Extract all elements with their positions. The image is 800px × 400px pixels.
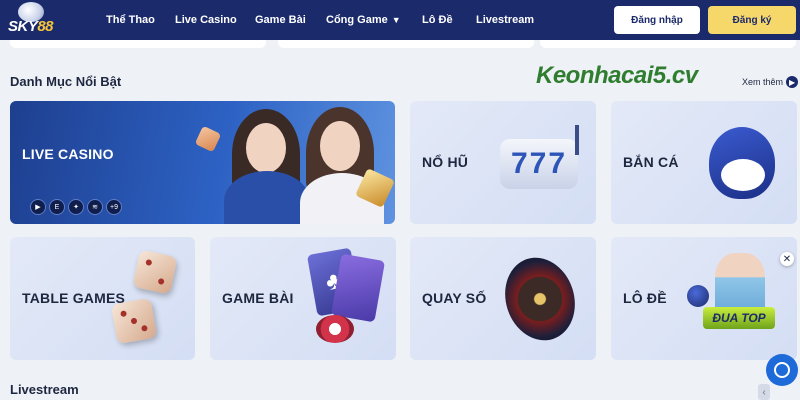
card-game-bai[interactable]: GAME BÀI ♣ bbox=[210, 237, 396, 360]
dice-dot bbox=[145, 258, 153, 267]
chat-bubble-icon bbox=[774, 362, 790, 378]
card-label: LÔ ĐỀ bbox=[623, 290, 667, 306]
top-strip-card bbox=[10, 40, 266, 48]
chat-button[interactable] bbox=[766, 354, 798, 386]
dice-dot bbox=[157, 277, 165, 286]
card-label: TABLE GAMES bbox=[22, 290, 126, 306]
nav-label: Game Bài bbox=[255, 14, 306, 26]
see-more-label: Xem thêm bbox=[742, 77, 784, 87]
login-button[interactable]: Đăng nhập bbox=[614, 6, 700, 34]
dice-dot bbox=[130, 317, 138, 325]
nav-label: Live Casino bbox=[175, 14, 237, 26]
nav-label: Lô Đề bbox=[422, 14, 453, 26]
nav-cong-game[interactable]: Cổng Game ▼ bbox=[326, 14, 401, 26]
register-button[interactable]: Đăng ký bbox=[708, 6, 796, 34]
card-label: LIVE CASINO bbox=[22, 146, 114, 162]
card-no-hu[interactable]: NỔ HŨ 777 bbox=[410, 101, 596, 224]
top-strip-card bbox=[278, 40, 534, 48]
top-header: SKY88 Thể Thao Live Casino Game Bài Cổng… bbox=[0, 0, 800, 40]
nav-lo-de[interactable]: Lô Đề bbox=[422, 14, 453, 26]
watermark-text: Keonhacai5.cv bbox=[536, 62, 698, 89]
poker-chip-icon bbox=[316, 315, 354, 343]
card-live-casino[interactable]: LIVE CASINO ▶ E ✦ ≋ +9 bbox=[10, 101, 395, 224]
nav-label: Livestream bbox=[476, 14, 535, 26]
livestream-title: Livestream bbox=[10, 382, 79, 397]
logo-text: SKY88 bbox=[8, 18, 54, 35]
dealer-body-left bbox=[224, 171, 310, 224]
card-label: BẮN CÁ bbox=[623, 154, 679, 170]
roulette-wheel-icon bbox=[494, 248, 586, 350]
card-quay-so[interactable]: QUAY SỐ bbox=[410, 237, 596, 360]
slot-reel-icon: 777 bbox=[500, 139, 578, 189]
nav-livestream[interactable]: Livestream bbox=[476, 14, 534, 26]
dealer-face-right bbox=[320, 121, 360, 171]
dua-top-banner: ĐUA TOP bbox=[703, 307, 775, 329]
slot-lever-icon bbox=[575, 125, 579, 155]
provider-icon: ▶ bbox=[30, 199, 46, 215]
player-figure-icon bbox=[715, 253, 765, 313]
card-table-games[interactable]: TABLE GAMES bbox=[10, 237, 195, 360]
card-label: GAME BÀI bbox=[222, 290, 294, 306]
provider-icon: E bbox=[49, 199, 65, 215]
nav-label: Thể Thao bbox=[106, 14, 155, 26]
card-label: NỔ HŨ bbox=[422, 154, 469, 170]
card-ban-ca[interactable]: BẮN CÁ bbox=[611, 101, 797, 224]
chevron-left-icon[interactable]: ‹ bbox=[758, 384, 770, 400]
dice-icon bbox=[110, 297, 158, 345]
orca-belly bbox=[721, 159, 765, 191]
card-lo-de[interactable]: LÔ ĐỀ ĐUA TOP bbox=[611, 237, 797, 360]
provider-icon: ✦ bbox=[68, 199, 84, 215]
top-strip-card bbox=[540, 40, 796, 48]
nav-the-thao[interactable]: Thể Thao bbox=[106, 14, 155, 26]
nav-live-casino[interactable]: Live Casino bbox=[175, 14, 237, 26]
chevron-right-icon: ▶ bbox=[786, 76, 799, 88]
provider-icon: ≋ bbox=[87, 199, 103, 215]
dice-dot bbox=[120, 310, 128, 318]
see-more-link[interactable]: Xem thêm ▶ bbox=[742, 76, 799, 88]
dice-dot bbox=[140, 324, 148, 332]
provider-more-badge: +9 bbox=[106, 199, 122, 215]
nav-label: Cổng Game bbox=[326, 14, 388, 26]
lottery-ball-icon bbox=[687, 285, 709, 307]
chevron-down-icon: ▼ bbox=[391, 15, 401, 25]
playing-card-icon bbox=[330, 253, 386, 323]
dice-icon bbox=[132, 249, 178, 295]
sky88-logo[interactable]: SKY88 bbox=[4, 2, 62, 38]
close-icon[interactable]: ✕ bbox=[780, 252, 794, 266]
provider-list: ▶ E ✦ ≋ +9 bbox=[30, 199, 125, 215]
gem-icon bbox=[194, 125, 222, 153]
card-label: QUAY SỐ bbox=[422, 290, 487, 306]
dealer-face-left bbox=[246, 123, 286, 173]
nav-game-bai[interactable]: Game Bài bbox=[255, 14, 306, 26]
section-title: Danh Mục Nổi Bật bbox=[10, 74, 122, 89]
